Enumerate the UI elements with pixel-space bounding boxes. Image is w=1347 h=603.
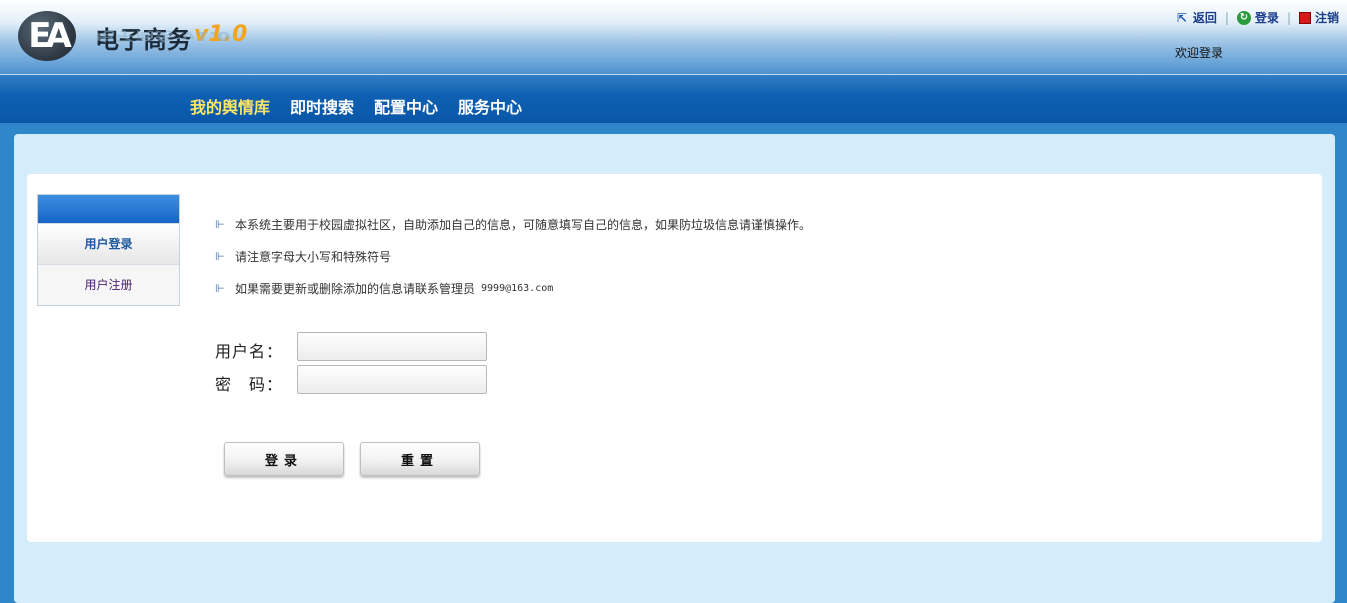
nav-item-service-center[interactable]: 服务中心 [458, 94, 522, 118]
back-arrow-icon: ⇱ [1176, 10, 1187, 25]
logout-link[interactable]: 注销 [1298, 9, 1339, 26]
top-header: EA 电子商务 v1.0 电子商务 v1.0 ⇱ 返回 | ↻ 登录 | 注销 … [0, 0, 1347, 75]
side-menu: 用户登录 用户注册 [37, 194, 180, 306]
main-nav: 我的舆情库 即时搜索 配置中心 服务中心 [190, 94, 522, 118]
nav-item-instant-search[interactable]: 即时搜索 [290, 94, 354, 118]
refresh-circle-icon: ↻ [1236, 10, 1251, 25]
nav-item-config-center[interactable]: 配置中心 [374, 94, 438, 118]
link-separator: | [1224, 10, 1229, 25]
username-label: 用户名： [215, 342, 284, 361]
username-input[interactable] [297, 332, 487, 361]
tree-bullet-icon: ⊩ [215, 217, 225, 231]
sidebar-item-user-login[interactable]: 用户登录 [38, 223, 179, 264]
list-item: ⊩ 本系统主要用于校园虚拟社区，自助添加自己的信息，可随意填写自己的信息，如果防… [215, 208, 811, 240]
login-link-label: 登录 [1254, 11, 1279, 25]
red-square-icon [1298, 11, 1311, 24]
top-links: ⇱ 返回 | ↻ 登录 | 注销 [1175, 9, 1339, 26]
back-link[interactable]: ⇱ 返回 [1175, 9, 1217, 26]
notice-text: 请注意字母大小写和特殊符号 [235, 249, 392, 264]
login-button[interactable]: 登录 [224, 442, 344, 476]
nav-item-sentiment-library[interactable]: 我的舆情库 [190, 94, 270, 118]
logout-link-label: 注销 [1314, 11, 1339, 25]
sidebar-item-user-register[interactable]: 用户注册 [38, 264, 179, 305]
password-input[interactable] [297, 365, 487, 394]
logo-reflection: 电子商务 v1.0 [95, 29, 231, 44]
tree-bullet-icon: ⊩ [215, 249, 225, 263]
notice-text: 如果需要更新或删除添加的信息请联系管理员 [235, 281, 476, 296]
link-separator: | [1286, 10, 1291, 25]
back-link-label: 返回 [1192, 11, 1217, 25]
tree-bullet-icon: ⊩ [215, 281, 225, 295]
welcome-text: 欢迎登录 [1175, 46, 1224, 60]
side-menu-header [38, 195, 179, 223]
login-link[interactable]: ↻ 登录 [1236, 9, 1279, 26]
notice-list: ⊩ 本系统主要用于校园虚拟社区，自助添加自己的信息，可随意填写自己的信息，如果防… [215, 208, 811, 304]
admin-email: 9999@163.com [481, 282, 554, 294]
logo-icon: EA [18, 11, 76, 61]
password-label: 密 码： [215, 375, 284, 394]
list-item: ⊩ 请注意字母大小写和特殊符号 [215, 240, 811, 272]
reset-button[interactable]: 重置 [360, 442, 480, 476]
list-item: ⊩ 如果需要更新或删除添加的信息请联系管理员 9999@163.com [215, 272, 811, 304]
notice-text: 本系统主要用于校园虚拟社区，自助添加自己的信息，可随意填写自己的信息，如果防垃圾… [235, 217, 812, 232]
main-nav-bar: 我的舆情库 即时搜索 配置中心 服务中心 [0, 75, 1347, 123]
